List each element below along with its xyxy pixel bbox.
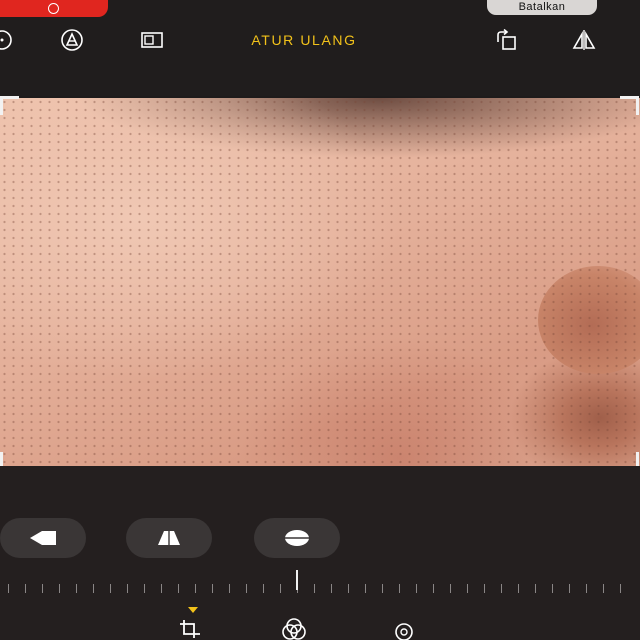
angle-dial-tick xyxy=(382,584,383,593)
vertical-perspective-button[interactable] xyxy=(126,518,212,558)
angle-dial[interactable] xyxy=(0,578,640,598)
angle-dial-tick xyxy=(569,584,570,593)
angle-dial-tick xyxy=(433,584,434,593)
angle-dial-tick xyxy=(314,584,315,593)
crop-tab[interactable] xyxy=(176,618,204,640)
angle-dial-tick xyxy=(229,584,230,593)
angle-dial-tick xyxy=(416,584,417,593)
angle-dial-tick xyxy=(178,584,179,593)
angle-dial-tick xyxy=(127,584,128,593)
angle-dial-tick xyxy=(280,584,281,593)
markup-icon[interactable] xyxy=(60,28,84,52)
angle-dial-tick xyxy=(501,584,502,593)
angle-dial-tick xyxy=(620,584,621,593)
angle-dial-tick xyxy=(93,584,94,593)
angle-dial-tick xyxy=(586,584,587,593)
horizontal-perspective-icon xyxy=(283,530,311,546)
photo-texture xyxy=(0,98,640,466)
angle-dial-tick xyxy=(467,584,468,593)
crop-handle-top-right[interactable] xyxy=(620,96,639,115)
angle-dial-tick xyxy=(331,584,332,593)
angle-dial-indicator xyxy=(296,570,298,590)
angle-dial-tick xyxy=(212,584,213,593)
angle-dial-tick xyxy=(246,584,247,593)
angle-dial-tick xyxy=(8,584,9,593)
active-tab-indicator xyxy=(188,607,198,613)
adjust-tab-icon xyxy=(395,623,413,640)
auto-enhance-icon[interactable] xyxy=(0,28,14,52)
angle-dial-tick xyxy=(76,584,77,593)
angle-dial-tick xyxy=(484,584,485,593)
filters-tab[interactable] xyxy=(280,618,308,640)
angle-dial-tick xyxy=(399,584,400,593)
adjust-tab[interactable] xyxy=(390,618,418,640)
record-icon xyxy=(48,3,59,14)
angle-dial-tick xyxy=(603,584,604,593)
angle-dial-tick xyxy=(518,584,519,593)
straighten-icon xyxy=(30,531,56,545)
flip-icon[interactable] xyxy=(572,28,596,52)
angle-dial-tick xyxy=(552,584,553,593)
angle-dial-tick xyxy=(450,584,451,593)
angle-dial-tick xyxy=(348,584,349,593)
reset-button[interactable]: ATUR ULANG xyxy=(220,30,388,50)
crop-tab-icon xyxy=(180,620,200,638)
angle-dial-tick xyxy=(110,584,111,593)
angle-dial-tick xyxy=(535,584,536,593)
crop-handle-top-left[interactable] xyxy=(0,96,19,115)
filters-tab-icon xyxy=(282,618,306,640)
screen-recording-indicator[interactable] xyxy=(0,0,108,17)
straighten-button[interactable] xyxy=(0,518,86,558)
angle-dial-tick xyxy=(263,584,264,593)
angle-dial-tick xyxy=(195,584,196,593)
vertical-perspective-icon xyxy=(158,529,180,547)
cancel-button[interactable]: Batalkan xyxy=(487,0,597,15)
horizontal-perspective-button[interactable] xyxy=(254,518,340,558)
angle-dial-tick xyxy=(59,584,60,593)
rotate-icon[interactable] xyxy=(494,28,518,52)
aspect-ratio-icon[interactable] xyxy=(140,28,164,52)
angle-dial-tick xyxy=(144,584,145,593)
angle-dial-tick xyxy=(25,584,26,593)
angle-dial-tick xyxy=(42,584,43,593)
photo-canvas[interactable] xyxy=(0,98,640,466)
angle-dial-tick xyxy=(161,584,162,593)
angle-dial-tick xyxy=(365,584,366,593)
